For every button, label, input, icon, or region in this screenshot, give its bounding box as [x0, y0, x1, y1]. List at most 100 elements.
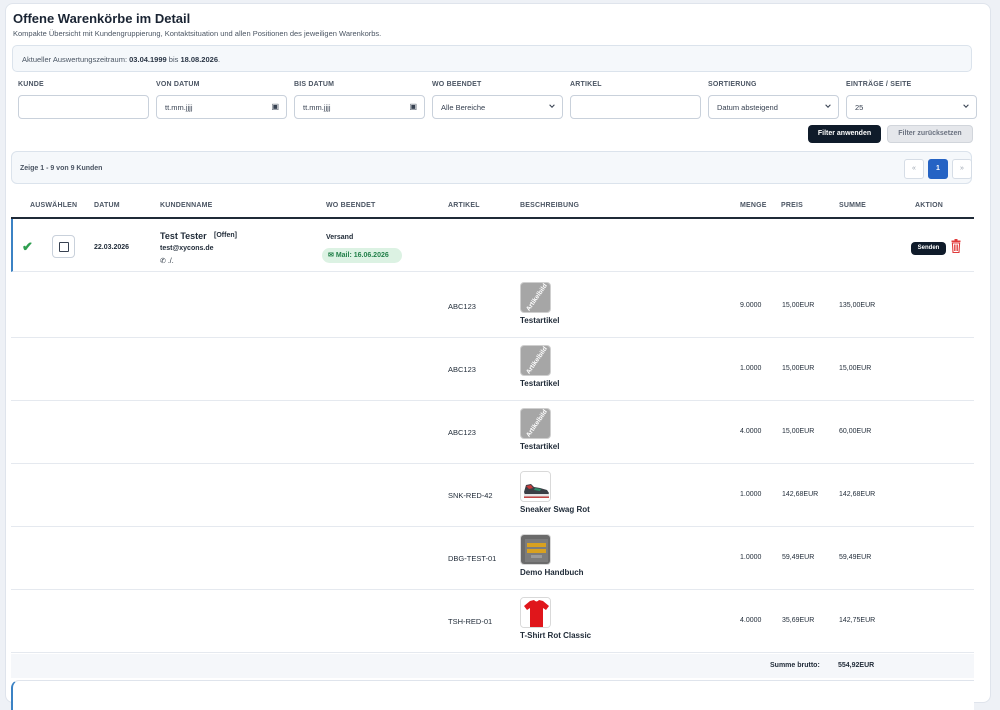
- item-price: 142,68EUR: [782, 491, 819, 498]
- product-image: Artikelbild: [520, 345, 551, 376]
- select-checkbox[interactable]: [52, 235, 75, 258]
- von-datum-input[interactable]: tt.mm.jjjj ▣: [156, 95, 287, 119]
- product-image: Artikelbild: [520, 408, 551, 439]
- von-datum-value: tt.mm.jjjj: [165, 103, 193, 112]
- sortierung-select[interactable]: Datum absteigend: [708, 95, 839, 119]
- item-name: Demo Handbuch: [520, 568, 584, 577]
- item-name: Testartikel: [520, 379, 560, 388]
- filter-label-wo-beendet: WO BEENDET: [432, 81, 482, 88]
- col-header-summe: SUMME: [839, 202, 867, 209]
- filter-label-artikel: ARTIKEL: [570, 81, 602, 88]
- period-prefix: Aktueller Auswertungszeitraum:: [22, 55, 130, 64]
- col-header-wo-beendet: WO BEENDET: [326, 202, 376, 209]
- page-1-button[interactable]: 1: [928, 159, 948, 179]
- chevron-down-icon: [549, 104, 555, 108]
- item-price: 15,00EUR: [782, 365, 815, 372]
- item-quantity: 4.0000: [740, 428, 762, 435]
- table-row: [11, 590, 974, 653]
- item-name: T-Shirt Rot Classic: [520, 631, 592, 640]
- product-image: [520, 597, 551, 628]
- item-sku: SNK-RED-42: [448, 491, 493, 500]
- image-placeholder-text: Artikelbild: [525, 282, 549, 313]
- apply-filter-button[interactable]: Filter anwenden: [808, 125, 881, 143]
- reset-filter-button[interactable]: Filter zurücksetzen: [887, 125, 973, 143]
- item-sum: 60,00EUR: [839, 428, 872, 435]
- filter-label-sortierung: SORTIERUNG: [708, 81, 757, 88]
- wo-beendet-value: Alle Bereiche: [441, 103, 486, 112]
- trash-icon[interactable]: [951, 239, 961, 253]
- bis-datum-value: tt.mm.jjjj: [303, 103, 331, 112]
- sortierung-value: Datum absteigend: [717, 103, 778, 112]
- table-row: [11, 275, 974, 338]
- page-subtitle: Kompakte Übersicht mit Kundengruppierung…: [13, 29, 382, 38]
- calendar-icon[interactable]: ▣: [409, 102, 417, 111]
- check-icon: ✔: [22, 239, 33, 254]
- item-quantity: 1.0000: [740, 491, 762, 498]
- item-name: Testartikel: [520, 442, 560, 451]
- next-customer-card: [11, 680, 974, 710]
- wo-beendet-select[interactable]: Alle Bereiche: [432, 95, 563, 119]
- item-quantity: 1.0000: [740, 365, 762, 372]
- item-quantity: 9.0000: [740, 302, 762, 309]
- eintraege-value: 25: [855, 103, 864, 112]
- filter-label-kunde: KUNDE: [18, 81, 44, 88]
- item-sku: ABC123: [448, 365, 476, 374]
- col-header-kundenname: KUNDENNAME: [160, 202, 213, 209]
- customer-phone-value: ./.: [167, 258, 174, 265]
- next-page-button[interactable]: »: [952, 159, 972, 179]
- item-name: Sneaker Swag Rot: [520, 505, 590, 514]
- checkbox-square-icon: [59, 242, 69, 252]
- eintraege-select[interactable]: 25: [846, 95, 977, 119]
- customer-phone: ✆ ./.: [160, 257, 174, 265]
- kunde-input[interactable]: [18, 95, 149, 119]
- item-sku: ABC123: [448, 302, 476, 311]
- send-button[interactable]: Senden: [911, 242, 946, 255]
- product-image: Artikelbild: [520, 282, 551, 313]
- col-header-artikel: ARTIKEL: [448, 202, 480, 209]
- item-quantity: 4.0000: [740, 617, 762, 624]
- item-sum: 15,00EUR: [839, 365, 872, 372]
- period-to: 18.08.2026: [180, 55, 218, 64]
- customer-date: 22.03.2026: [94, 244, 130, 251]
- item-sku: DBG-TEST-01: [448, 554, 497, 563]
- artikel-input[interactable]: [570, 95, 701, 119]
- col-header-beschreibung: BESCHREIBUNG: [520, 202, 580, 209]
- item-price: 15,00EUR: [782, 428, 815, 435]
- item-sum: 59,49EUR: [839, 554, 872, 561]
- chevron-down-icon: [825, 104, 831, 108]
- customer-status-badge: [Offen]: [214, 232, 237, 239]
- customer-ended-at: Versand: [326, 234, 354, 241]
- item-name: Testartikel: [520, 316, 560, 325]
- prev-page-button[interactable]: «: [904, 159, 924, 179]
- total-row: [11, 654, 974, 678]
- chevron-down-icon: [963, 104, 969, 108]
- table-row: [11, 338, 974, 401]
- mail-badge-text: Mail: 16.06.2026: [335, 252, 389, 259]
- item-price: 35,69EUR: [782, 617, 815, 624]
- envelope-icon: ✉: [328, 252, 334, 259]
- filter-label-von-datum: VON DATUM: [156, 81, 200, 88]
- col-header-aktion: AKTION: [915, 202, 944, 209]
- col-header-preis: PREIS: [781, 202, 804, 209]
- customer-name: Test Tester: [160, 231, 207, 241]
- item-price: 15,00EUR: [782, 302, 815, 309]
- item-quantity: 1.0000: [740, 554, 762, 561]
- col-header-datum: DATUM: [94, 202, 120, 209]
- product-image: [520, 534, 551, 565]
- item-sku: TSH-RED-01: [448, 617, 493, 626]
- total-label: Summe brutto:: [770, 662, 820, 669]
- customer-row: [11, 219, 974, 272]
- item-price: 59,49EUR: [782, 554, 815, 561]
- table-row: [11, 401, 974, 464]
- total-value: 554,92EUR: [838, 662, 875, 669]
- image-placeholder-text: Artikelbild: [525, 408, 549, 439]
- bis-datum-input[interactable]: tt.mm.jjjj ▣: [294, 95, 425, 119]
- item-sum: 142,68EUR: [839, 491, 876, 498]
- product-image: [520, 471, 551, 502]
- period-middle: bis: [166, 55, 181, 64]
- pagination-bar: Zeige 1 - 9 von 9 Kunden « 1 »: [11, 151, 972, 184]
- calendar-icon[interactable]: ▣: [271, 102, 279, 111]
- period-suffix: .: [218, 55, 221, 64]
- col-header-auswaehlen: AUSWÄHLEN: [30, 202, 78, 209]
- customer-email: test@xycons.de: [160, 245, 214, 252]
